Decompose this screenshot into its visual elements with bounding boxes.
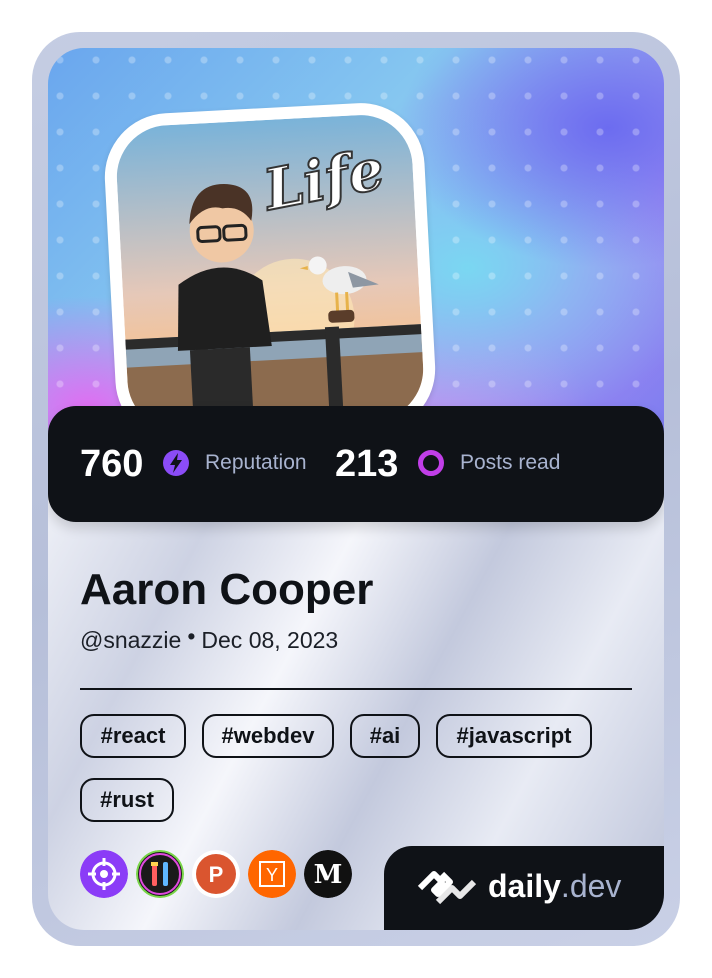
profile-handle: @snazzie — [80, 627, 182, 653]
tools-icon[interactable] — [136, 850, 184, 898]
crosshair-icon[interactable] — [80, 850, 128, 898]
brand-suffix: .dev — [560, 868, 622, 904]
tag-ai[interactable]: #ai — [350, 714, 420, 758]
profile-meta: @snazzie • Dec 08, 2023 — [80, 623, 339, 654]
reputation-bolt-icon — [163, 450, 189, 476]
brand-wordmark: daily.dev — [488, 866, 621, 906]
divider — [80, 688, 632, 690]
profile-name: Aaron Cooper — [80, 565, 374, 614]
svg-text:Y: Y — [266, 865, 278, 885]
tag-javascript[interactable]: #javascript — [436, 714, 592, 758]
hackernews-icon[interactable]: Y — [248, 850, 296, 898]
reputation-label: Reputation — [205, 451, 307, 474]
avatar: Life — [101, 99, 439, 447]
reputation-value: 760 — [80, 443, 144, 485]
posts-read-label: Posts read — [460, 451, 561, 474]
svg-text:P: P — [209, 862, 224, 887]
daily-dev-logo-icon — [417, 871, 477, 905]
devcard: Life 760 Reputation 213 Posts read Aaron… — [48, 48, 664, 930]
tag-react[interactable]: #react — [80, 714, 186, 758]
meta-separator: • — [187, 623, 196, 649]
brand-footer: daily.dev — [384, 846, 664, 930]
producthunt-icon[interactable]: P — [192, 850, 240, 898]
stats-bar: 760 Reputation 213 Posts read — [48, 406, 664, 522]
tag-rust[interactable]: #rust — [80, 778, 174, 822]
join-date: Dec 08, 2023 — [201, 627, 339, 653]
svg-text:M: M — [314, 860, 343, 890]
posts-read-value: 213 — [335, 443, 399, 485]
posts-read-eye-icon — [418, 450, 444, 476]
avatar-image: Life — [114, 112, 426, 434]
tag-webdev[interactable]: #webdev — [202, 714, 334, 758]
brand-name: daily — [488, 868, 561, 904]
medium-icon[interactable]: M — [304, 850, 352, 898]
